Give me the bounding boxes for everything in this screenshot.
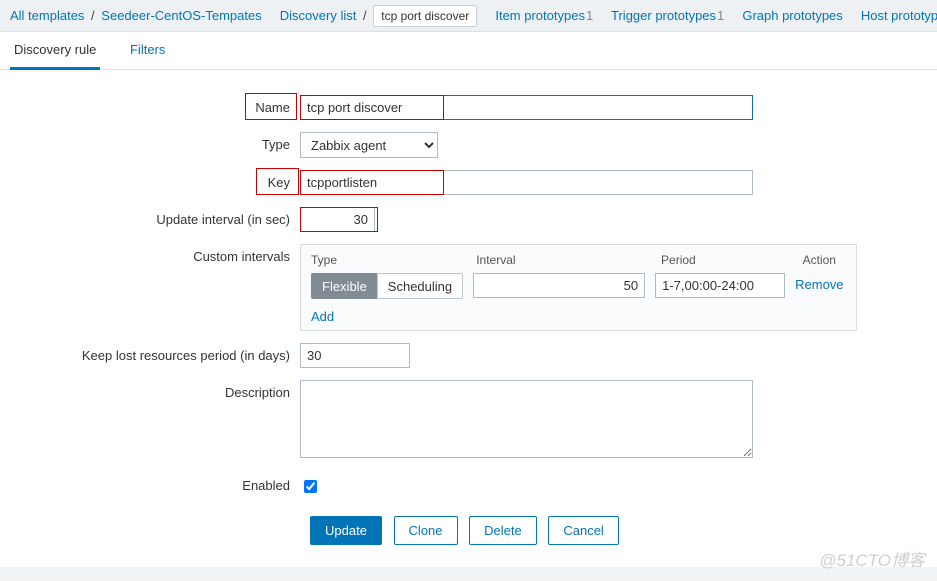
bc-all-templates[interactable]: All templates	[10, 8, 84, 23]
tab-discovery-rule[interactable]: Discovery rule	[10, 32, 100, 70]
label-name: Name	[10, 95, 300, 120]
ci-head-interval: Interval	[476, 253, 651, 267]
type-select[interactable]: Zabbix agent	[300, 132, 438, 158]
keep-lost-input[interactable]	[300, 343, 410, 368]
custom-interval-row: Flexible Scheduling Remove	[311, 273, 846, 299]
add-link[interactable]: Add	[311, 309, 334, 324]
separator-icon: /	[363, 8, 367, 23]
ci-head-action: Action	[803, 253, 836, 267]
update-button[interactable]: Update	[310, 516, 382, 545]
description-textarea[interactable]	[300, 380, 753, 458]
delete-button[interactable]: Delete	[469, 516, 537, 545]
bc-template[interactable]: Seedeer-CentOS-Tempates	[101, 8, 261, 23]
period-input[interactable]	[655, 273, 785, 298]
update-interval-input[interactable]	[300, 207, 375, 232]
label-keep-lost: Keep lost resources period (in days)	[10, 343, 300, 368]
key-input[interactable]	[300, 170, 753, 195]
bc-host-prototypes[interactable]: Host prototypes	[861, 8, 937, 23]
clone-button[interactable]: Clone	[394, 516, 458, 545]
ci-head-period: Period	[661, 253, 793, 267]
button-bar: Update Clone Delete Cancel	[310, 508, 927, 557]
breadcrumb: All templates / Seedeer-CentOS-Tempates …	[0, 0, 937, 32]
remove-link[interactable]: Remove	[795, 277, 843, 292]
scheduling-button[interactable]: Scheduling	[377, 273, 463, 299]
flexible-button[interactable]: Flexible	[311, 273, 378, 299]
bc-trigger-prototypes[interactable]: Trigger prototypes	[611, 8, 716, 23]
label-update-interval: Update interval (in sec)	[10, 207, 300, 232]
trigger-prototypes-count: 1	[717, 8, 724, 23]
enabled-checkbox[interactable]	[304, 480, 317, 493]
custom-intervals-box: Type Interval Period Action Flexible Sch…	[300, 244, 857, 331]
bc-discovery-list[interactable]: Discovery list	[280, 8, 357, 23]
separator-icon: /	[91, 8, 95, 23]
tabs: Discovery rule Filters	[0, 32, 937, 70]
tab-filters[interactable]: Filters	[126, 32, 169, 67]
label-enabled: Enabled	[10, 473, 300, 496]
name-input[interactable]	[300, 95, 753, 120]
bc-item-prototypes[interactable]: Item prototypes	[495, 8, 585, 23]
label-description: Description	[10, 380, 300, 461]
item-prototypes-count: 1	[586, 8, 593, 23]
label-custom-intervals: Custom intervals	[10, 244, 300, 331]
label-type: Type	[10, 132, 300, 158]
ci-head-type: Type	[311, 253, 466, 267]
label-key: Key	[10, 170, 300, 195]
footer	[0, 567, 937, 581]
bc-graph-prototypes[interactable]: Graph prototypes	[742, 8, 842, 23]
bc-current: tcp port discover	[373, 5, 477, 27]
form: Name Type Zabbix agent Key	[0, 70, 937, 567]
cancel-button[interactable]: Cancel	[548, 516, 618, 545]
interval-input[interactable]	[473, 273, 645, 298]
